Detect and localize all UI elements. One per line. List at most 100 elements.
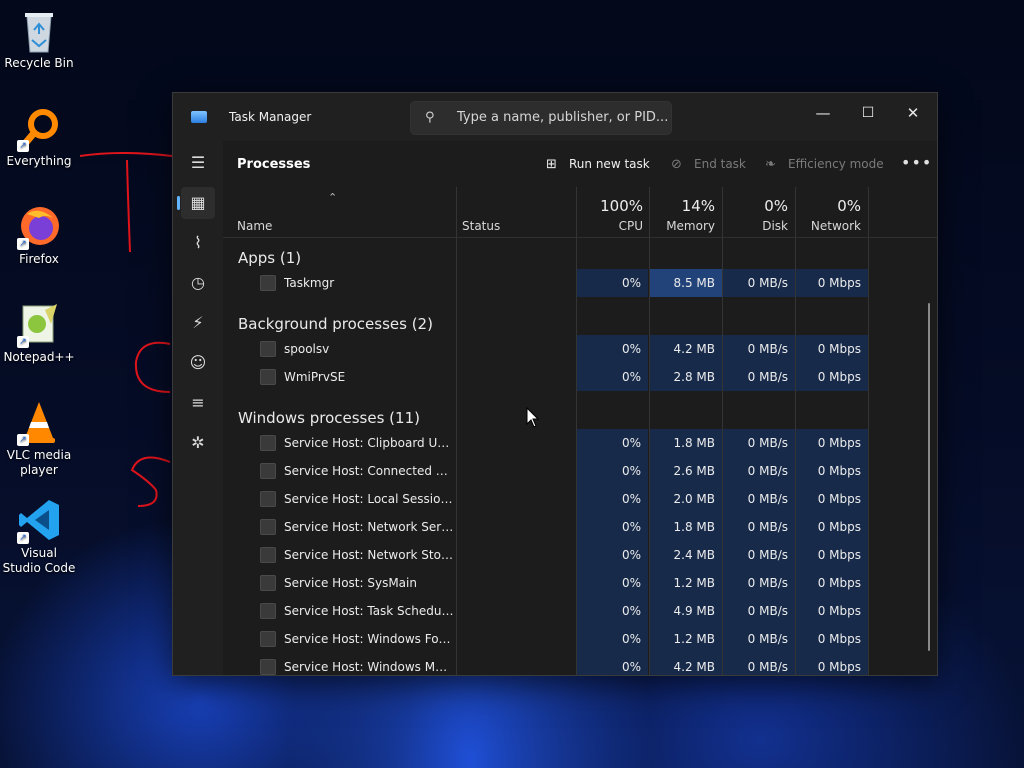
group-header[interactable]: Background processes (2) bbox=[238, 315, 433, 333]
table-row[interactable]: Service Host: Network Service bbox=[260, 519, 454, 535]
cpu-cell: 0% bbox=[577, 569, 648, 597]
process-icon bbox=[260, 659, 276, 675]
services-icon[interactable]: ✲ bbox=[181, 427, 215, 459]
disk-cell: 0 MB/s bbox=[723, 625, 795, 653]
app-history-icon[interactable]: ◷ bbox=[181, 267, 215, 299]
disk-cell: 0 MB/s bbox=[723, 541, 795, 569]
table-row[interactable]: Service Host: Network Store In... bbox=[260, 547, 454, 563]
process-name: Service Host: Network Store In... bbox=[284, 548, 454, 562]
process-name: spoolsv bbox=[284, 342, 330, 356]
process-name: Service Host: Clipboard User S... bbox=[284, 436, 454, 450]
more-options-button[interactable]: ••• bbox=[901, 153, 932, 172]
shortcut-arrow-icon: ↗ bbox=[17, 532, 29, 544]
close-button[interactable]: ✕ bbox=[893, 99, 933, 127]
run-new-task-label: Run new task bbox=[569, 157, 650, 171]
table-row[interactable]: Service Host: Task Scheduler bbox=[260, 603, 454, 619]
table-row[interactable]: Taskmgr bbox=[260, 275, 454, 291]
efficiency-mode-label: Efficiency mode bbox=[788, 157, 884, 171]
process-icon bbox=[260, 341, 276, 357]
memory-cell: 4.2 MB bbox=[650, 335, 722, 363]
minimize-button[interactable]: — bbox=[803, 99, 843, 127]
table-row[interactable]: spoolsv bbox=[260, 341, 454, 357]
process-icon bbox=[260, 603, 276, 619]
column-network-header[interactable]: Network bbox=[795, 219, 861, 233]
performance-icon[interactable]: ⌇ bbox=[181, 227, 215, 259]
desktop-icon-label: Visual Studio Code bbox=[2, 546, 76, 575]
column-name-header[interactable]: Name bbox=[237, 219, 272, 233]
run-new-task-button[interactable]: ⊞ Run new task bbox=[546, 157, 650, 172]
disk-cell: 0 MB/s bbox=[723, 457, 795, 485]
table-row[interactable]: Service Host: Windows Font C... bbox=[260, 631, 454, 647]
cpu-cell: 0% bbox=[577, 653, 648, 675]
end-task-icon: ⊘ bbox=[671, 157, 682, 172]
cpu-cell: 0% bbox=[577, 597, 648, 625]
disk-cell: 0 MB/s bbox=[723, 653, 795, 675]
network-cell: 0 Mbps bbox=[796, 597, 868, 625]
column-divider bbox=[456, 187, 457, 675]
end-task-label: End task bbox=[694, 157, 746, 171]
table-row[interactable]: Service Host: SysMain bbox=[260, 575, 454, 591]
cpu-cell: 0% bbox=[577, 485, 648, 513]
hamburger-menu-icon[interactable]: ☰ bbox=[181, 147, 215, 179]
table-row[interactable]: Service Host: Connected Devi... bbox=[260, 463, 454, 479]
table-header: ⌃ Name Status 100% CPU 14% Memory 0% Dis… bbox=[223, 187, 937, 238]
disk-cell: 0 MB/s bbox=[723, 363, 795, 391]
processes-icon[interactable]: ▦ bbox=[177, 187, 215, 219]
network-cell: 0 Mbps bbox=[796, 653, 868, 675]
process-name: WmiPrvSE bbox=[284, 370, 346, 384]
maximize-button[interactable]: ☐ bbox=[848, 99, 888, 127]
disk-cell: 0 MB/s bbox=[723, 513, 795, 541]
cpu-cell: 0% bbox=[577, 429, 648, 457]
column-disk-header[interactable]: Disk bbox=[722, 219, 788, 233]
column-memory-header[interactable]: Memory bbox=[649, 219, 715, 233]
process-name: Service Host: Connected Devi... bbox=[284, 464, 454, 478]
efficiency-mode-button[interactable]: ❧ Efficiency mode bbox=[765, 157, 884, 172]
process-icon bbox=[260, 547, 276, 563]
network-cell: 0 Mbps bbox=[796, 513, 868, 541]
table-row[interactable]: Service Host: Clipboard User S... bbox=[260, 435, 454, 451]
network-cell: 0 Mbps bbox=[796, 269, 868, 297]
users-icon[interactable]: ☺ bbox=[181, 347, 215, 379]
group-header[interactable]: Windows processes (11) bbox=[238, 409, 420, 427]
toolbar: Processes ⊞ Run new task ⊘ End task ❧ Effic… bbox=[223, 141, 937, 187]
network-cell: 0 Mbps bbox=[796, 541, 868, 569]
memory-cell: 1.8 MB bbox=[650, 429, 722, 457]
process-icon bbox=[260, 575, 276, 591]
cpu-percent[interactable]: 100% bbox=[577, 197, 643, 215]
vertical-scrollbar[interactable] bbox=[928, 303, 930, 651]
cpu-cell: 0% bbox=[577, 513, 648, 541]
memory-percent[interactable]: 14% bbox=[649, 197, 715, 215]
details-icon[interactable]: ≡ bbox=[181, 387, 215, 419]
sort-caret-icon: ⌃ bbox=[328, 191, 338, 204]
process-name: Service Host: SysMain bbox=[284, 576, 417, 590]
column-divider bbox=[868, 187, 869, 675]
process-icon bbox=[260, 369, 276, 385]
table-row[interactable]: Service Host: Windows Manag... bbox=[260, 659, 454, 675]
process-name: Service Host: Local Session M... bbox=[284, 492, 454, 506]
disk-percent[interactable]: 0% bbox=[722, 197, 788, 215]
column-cpu-header[interactable]: CPU bbox=[577, 219, 643, 233]
disk-cell: 0 MB/s bbox=[723, 569, 795, 597]
cpu-cell: 0% bbox=[577, 541, 648, 569]
cpu-cell: 0% bbox=[577, 335, 648, 363]
memory-cell: 4.9 MB bbox=[650, 597, 722, 625]
memory-cell: 1.2 MB bbox=[650, 569, 722, 597]
memory-cell: 1.2 MB bbox=[650, 625, 722, 653]
cpu-cell: 0% bbox=[577, 269, 648, 297]
network-percent[interactable]: 0% bbox=[795, 197, 861, 215]
network-cell: 0 Mbps bbox=[796, 335, 868, 363]
group-header[interactable]: Apps (1) bbox=[238, 249, 301, 267]
process-icon bbox=[260, 519, 276, 535]
search-input[interactable]: ⚲ Type a name, publisher, or PID... bbox=[410, 101, 672, 135]
table-row[interactable]: WmiPrvSE bbox=[260, 369, 454, 385]
disk-cell: 0 MB/s bbox=[723, 335, 795, 363]
table-row[interactable]: Service Host: Local Session M... bbox=[260, 491, 454, 507]
title-bar[interactable]: Task Manager ⚲ Type a name, publisher, o… bbox=[173, 93, 937, 141]
network-cell: 0 Mbps bbox=[796, 625, 868, 653]
column-status-header[interactable]: Status bbox=[462, 219, 500, 233]
memory-cell: 4.2 MB bbox=[650, 653, 722, 675]
window-title: Task Manager bbox=[229, 110, 312, 124]
end-task-button[interactable]: ⊘ End task bbox=[671, 157, 746, 172]
startup-apps-icon[interactable]: ⚡ bbox=[181, 307, 215, 339]
network-cell: 0 Mbps bbox=[796, 457, 868, 485]
